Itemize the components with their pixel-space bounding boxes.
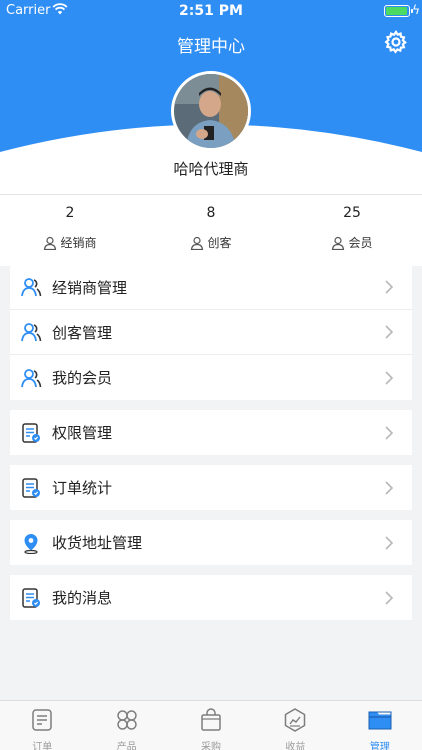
- document-icon: [22, 587, 40, 608]
- orders-icon: [32, 709, 52, 731]
- tab-purchase-label: 采购: [201, 742, 222, 750]
- team-users-icon: [21, 368, 42, 387]
- tab-management-label: 管理: [369, 742, 390, 750]
- chevron-right-icon: [385, 425, 394, 440]
- menu-permission-management-label: 权限管理: [52, 424, 113, 442]
- tab-orders[interactable]: 订单: [0, 701, 84, 750]
- person-icon: [44, 236, 57, 250]
- agent-name: 哈哈代理商: [173, 160, 249, 178]
- menu-my-members[interactable]: 我的会员: [10, 355, 412, 400]
- location-pin-icon: [24, 533, 38, 554]
- tab-earnings-label: 收益: [285, 742, 306, 750]
- avatar-photo: [174, 74, 248, 148]
- clock: 2:51 PM: [179, 3, 243, 19]
- earnings-chart-icon: [285, 708, 306, 732]
- folder-icon: [368, 711, 392, 730]
- products-icon: [116, 710, 137, 730]
- tab-management[interactable]: 管理: [338, 701, 422, 750]
- bottom-tab-bar: 订单 产品 采购 收益 管理: [0, 700, 422, 750]
- team-users-icon: [21, 323, 42, 342]
- status-bar: Carrier 2:51 PM ϟ: [0, 0, 422, 22]
- charging-icon: ϟ: [412, 3, 420, 17]
- person-icon: [332, 236, 345, 250]
- avatar[interactable]: [171, 71, 251, 151]
- menu-dealer-management[interactable]: 经销商管理: [10, 265, 412, 310]
- stat-dealers-count: 2: [65, 205, 75, 221]
- profile-header: 管理中心 哈哈代理商: [0, 22, 422, 194]
- tab-orders-label: 订单: [32, 742, 53, 750]
- menu-maker-management[interactable]: 创客管理: [10, 310, 412, 355]
- tab-purchase[interactable]: 采购: [169, 701, 253, 750]
- stat-makers-count: 8: [206, 205, 216, 221]
- address-menu-group: 收货地址管理: [10, 520, 412, 565]
- stat-members[interactable]: 25 会员: [282, 195, 422, 267]
- tab-products[interactable]: 产品: [84, 701, 168, 750]
- menu-my-messages[interactable]: 我的消息: [10, 575, 412, 620]
- stat-dealers-label: 经销商: [60, 236, 97, 250]
- menu-permission-management[interactable]: 权限管理: [10, 410, 412, 455]
- menu-address-management[interactable]: 收货地址管理: [10, 520, 412, 565]
- stat-members-label: 会员: [348, 236, 373, 250]
- chevron-right-icon: [385, 535, 394, 550]
- page-title: 管理中心: [177, 37, 245, 57]
- person-icon: [191, 236, 204, 250]
- chevron-right-icon: [385, 370, 394, 385]
- tab-products-label: 产品: [116, 742, 137, 750]
- stat-members-count: 25: [343, 205, 361, 221]
- chevron-right-icon: [385, 590, 394, 605]
- team-users-icon: [21, 278, 42, 297]
- menu-address-management-label: 收货地址管理: [52, 534, 143, 552]
- chevron-right-icon: [385, 325, 394, 339]
- menu-dealer-management-label: 经销商管理: [52, 278, 128, 297]
- stat-makers-label: 创客: [207, 236, 232, 250]
- menu-maker-management-label: 创客管理: [52, 323, 113, 342]
- menu-my-members-label: 我的会员: [52, 369, 113, 387]
- menu-order-statistics[interactable]: 订单统计: [10, 465, 412, 510]
- team-menu-group: 经销商管理 创客管理 我的会员: [10, 265, 412, 400]
- shopping-bag-icon: [201, 708, 221, 731]
- stat-dealers[interactable]: 2 经销商: [0, 195, 140, 267]
- settings-gear-icon[interactable]: [384, 30, 408, 54]
- stats-panel: 2 经销商 8 创客 25 会员: [0, 194, 422, 266]
- order-menu-group: 订单统计: [10, 465, 412, 510]
- chevron-right-icon: [385, 480, 394, 495]
- tab-earnings[interactable]: 收益: [253, 701, 337, 750]
- message-menu-group: 我的消息: [10, 575, 412, 620]
- document-icon: [22, 477, 40, 498]
- chevron-right-icon: [385, 280, 394, 294]
- battery-icon: [384, 5, 413, 17]
- stat-makers[interactable]: 8 创客: [141, 195, 281, 267]
- permission-menu-group: 权限管理: [10, 410, 412, 455]
- menu-order-statistics-label: 订单统计: [52, 479, 113, 497]
- menu-my-messages-label: 我的消息: [52, 589, 113, 607]
- document-icon: [22, 422, 40, 443]
